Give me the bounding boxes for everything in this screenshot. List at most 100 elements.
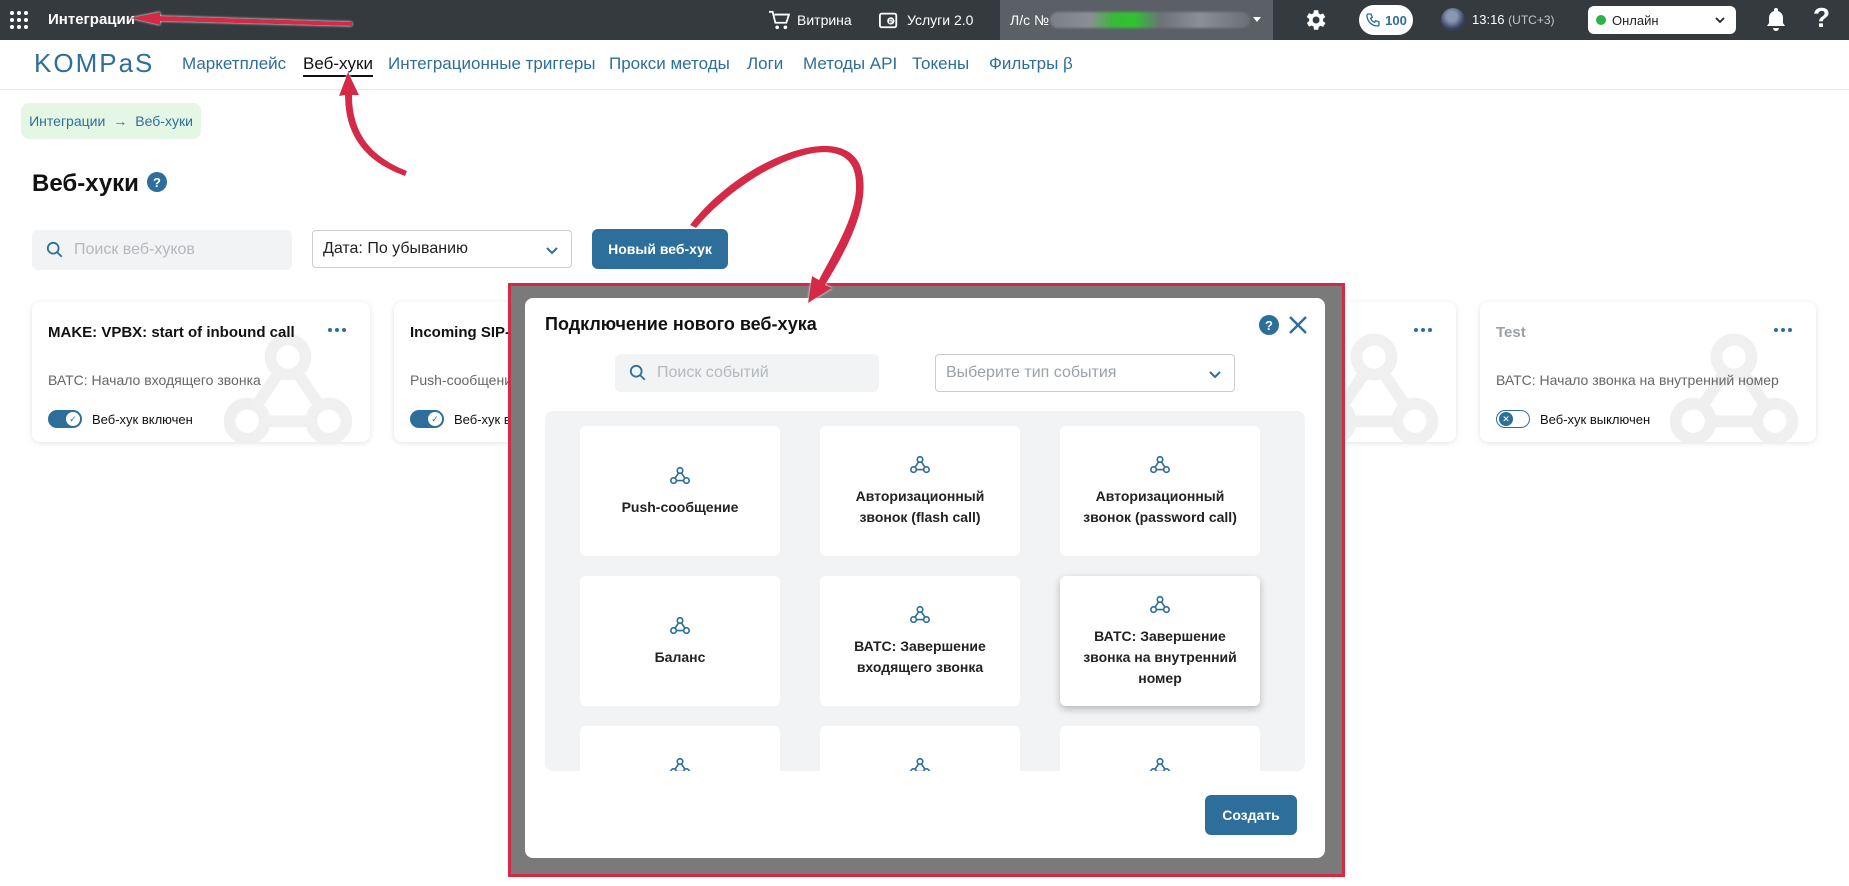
sort-value: Дата: По убыванию bbox=[323, 240, 468, 257]
calls-count: 100 bbox=[1385, 12, 1407, 28]
breadcrumb-parent[interactable]: Интеграции bbox=[29, 113, 105, 129]
webhook-event: ВАТС: Начало звонка на внутренний номер bbox=[1496, 372, 1779, 388]
caret-down-icon bbox=[1253, 17, 1261, 22]
breadcrumb-current: Веб-хуки bbox=[135, 113, 193, 129]
check-icon: ✓ bbox=[428, 412, 442, 426]
event-tiles-grid: Push-сообщение Авторизационный звонок (f… bbox=[545, 411, 1305, 771]
webhook-toggle[interactable]: ✓ bbox=[410, 410, 444, 428]
event-tile[interactable]: ВАТС: Завершение входящего звонка bbox=[820, 576, 1020, 706]
more-options-icon[interactable] bbox=[328, 328, 346, 332]
webhook-icon bbox=[670, 757, 690, 771]
sort-select[interactable]: Дата: По убыванию bbox=[312, 230, 572, 268]
event-type-select[interactable]: Выберите тип события bbox=[935, 354, 1235, 392]
chevron-down-icon bbox=[546, 247, 558, 255]
webhook-icon bbox=[670, 616, 690, 634]
new-webhook-modal: Подключение нового веб-хука ? Выберите т… bbox=[525, 298, 1325, 858]
modal-title: Подключение нового веб-хука bbox=[545, 314, 817, 334]
top-bar: Интеграции Витрина ₽ Услуги 2.0 Л/с № 10… bbox=[0, 0, 1849, 40]
event-tile-label: Авторизационный звонок (password call) bbox=[1083, 488, 1237, 525]
account-selector[interactable]: Л/с № bbox=[1000, 0, 1273, 40]
nav-link-integration-triggers[interactable]: Интеграционные триггеры bbox=[388, 54, 596, 74]
webhook-search[interactable] bbox=[32, 230, 292, 270]
nav-link-logs[interactable]: Логи bbox=[747, 54, 783, 74]
avatar[interactable] bbox=[1441, 8, 1465, 32]
more-options-icon[interactable] bbox=[1774, 328, 1792, 332]
nav-link-marketplace[interactable]: Маркетплейс bbox=[182, 54, 286, 74]
nav-link-proxy-methods[interactable]: Прокси методы bbox=[609, 54, 730, 74]
timezone: (UTC+3) bbox=[1508, 13, 1555, 27]
search-icon bbox=[46, 241, 63, 258]
webhook-toggle[interactable]: ✕ bbox=[1496, 410, 1530, 428]
webhook-icon bbox=[1150, 757, 1170, 771]
phone-icon bbox=[1366, 13, 1380, 27]
chevron-down-icon bbox=[1209, 371, 1221, 379]
webhook-toggle-row: ✕ Веб-хук выключен bbox=[1496, 410, 1650, 428]
event-tile[interactable]: Авторизационный звонок (password call) bbox=[1060, 426, 1260, 556]
nav-link-webhooks[interactable]: Веб-хуки bbox=[303, 54, 373, 77]
webhook-icon bbox=[1150, 455, 1170, 474]
event-search[interactable] bbox=[615, 354, 879, 392]
event-tile[interactable] bbox=[580, 726, 780, 771]
help-icon[interactable]: ? bbox=[1259, 315, 1279, 335]
webhook-status: Веб-хук выключен bbox=[1540, 411, 1651, 427]
event-tile-label: ВАТС: Завершение звонка на внутренний но… bbox=[1083, 627, 1237, 686]
event-tile[interactable]: Баланс bbox=[580, 576, 780, 706]
time-value: 13:16 bbox=[1472, 12, 1505, 27]
event-tile-label: Баланс bbox=[654, 648, 706, 665]
app-title: Интеграции bbox=[48, 11, 135, 28]
help-question-icon[interactable]: ? bbox=[1813, 2, 1830, 34]
new-webhook-button[interactable]: Новый веб-хук bbox=[592, 229, 728, 269]
breadcrumb-separator: → bbox=[113, 113, 128, 129]
apps-grid-icon[interactable] bbox=[10, 11, 28, 29]
logo[interactable]: KOMPaS bbox=[34, 48, 154, 79]
storefront-label: Витрина bbox=[797, 12, 852, 28]
active-calls-badge[interactable]: 100 bbox=[1359, 5, 1413, 35]
services-label: Услуги 2.0 bbox=[907, 12, 974, 28]
storefront-link[interactable]: Витрина bbox=[768, 9, 852, 31]
clock: 13:16 (UTC+3) bbox=[1472, 12, 1555, 27]
event-tile-label: ВАТС: Завершение входящего звонка bbox=[854, 638, 986, 675]
presence-status-select[interactable]: Онлайн bbox=[1588, 6, 1736, 34]
webhook-icon bbox=[910, 757, 930, 771]
webhook-event: Push-сообщение bbox=[410, 372, 520, 388]
webhook-title: Test bbox=[1496, 324, 1526, 341]
event-tile[interactable] bbox=[820, 726, 1020, 771]
event-search-input[interactable] bbox=[657, 364, 847, 382]
webhook-icon bbox=[670, 466, 690, 484]
create-button[interactable]: Создать bbox=[1205, 795, 1297, 835]
help-icon[interactable]: ? bbox=[147, 172, 167, 192]
event-tile[interactable]: ВАТС: Завершение звонка на внутренний но… bbox=[1060, 576, 1260, 706]
webhook-title: Incoming SIP-C bbox=[410, 324, 521, 341]
event-tile-label: Push-сообщение bbox=[621, 498, 739, 515]
nav-link-tokens[interactable]: Токены bbox=[912, 54, 969, 74]
event-tile[interactable]: Push-сообщение bbox=[580, 426, 780, 556]
webhook-icon bbox=[910, 455, 930, 474]
search-icon bbox=[629, 364, 646, 381]
nav-link-api-methods[interactable]: Методы API bbox=[803, 54, 897, 74]
online-dot-icon bbox=[1596, 15, 1606, 25]
event-type-placeholder: Выберите тип события bbox=[946, 364, 1117, 381]
gear-icon[interactable] bbox=[1302, 7, 1328, 33]
breadcrumb: Интеграции → Веб-хуки bbox=[21, 103, 201, 139]
bell-icon[interactable] bbox=[1764, 6, 1788, 32]
services-link[interactable]: ₽ Услуги 2.0 bbox=[878, 9, 973, 31]
check-icon: ✓ bbox=[66, 412, 80, 426]
page-title: Веб-хуки bbox=[32, 170, 139, 197]
more-options-icon[interactable] bbox=[1414, 328, 1432, 332]
webhook-toggle[interactable]: ✓ bbox=[48, 410, 82, 428]
wallet-icon: ₽ bbox=[879, 12, 898, 29]
event-tile[interactable] bbox=[1060, 726, 1260, 771]
webhook-card[interactable]: Test ВАТС: Начало звонка на внутренний н… bbox=[1480, 302, 1816, 442]
nav-link-filters[interactable]: Фильтры β bbox=[989, 54, 1073, 74]
webhook-toggle-row: ✓ Веб-хук включен bbox=[48, 410, 193, 428]
main-nav: KOMPaS Маркетплейс Веб-хуки Интеграционн… bbox=[0, 40, 1849, 90]
event-tile[interactable]: Авторизационный звонок (flash call) bbox=[820, 426, 1020, 556]
webhook-card[interactable]: MAKE: VPBX: start of inbound call ВАТС: … bbox=[32, 302, 370, 442]
svg-text:₽: ₽ bbox=[889, 19, 893, 26]
status-value: Онлайн bbox=[1612, 12, 1659, 28]
webhook-icon bbox=[910, 605, 930, 624]
close-icon[interactable] bbox=[1287, 314, 1309, 336]
webhook-search-input[interactable] bbox=[74, 241, 264, 259]
account-number-masked bbox=[1050, 12, 1250, 28]
x-icon: ✕ bbox=[1499, 412, 1513, 426]
